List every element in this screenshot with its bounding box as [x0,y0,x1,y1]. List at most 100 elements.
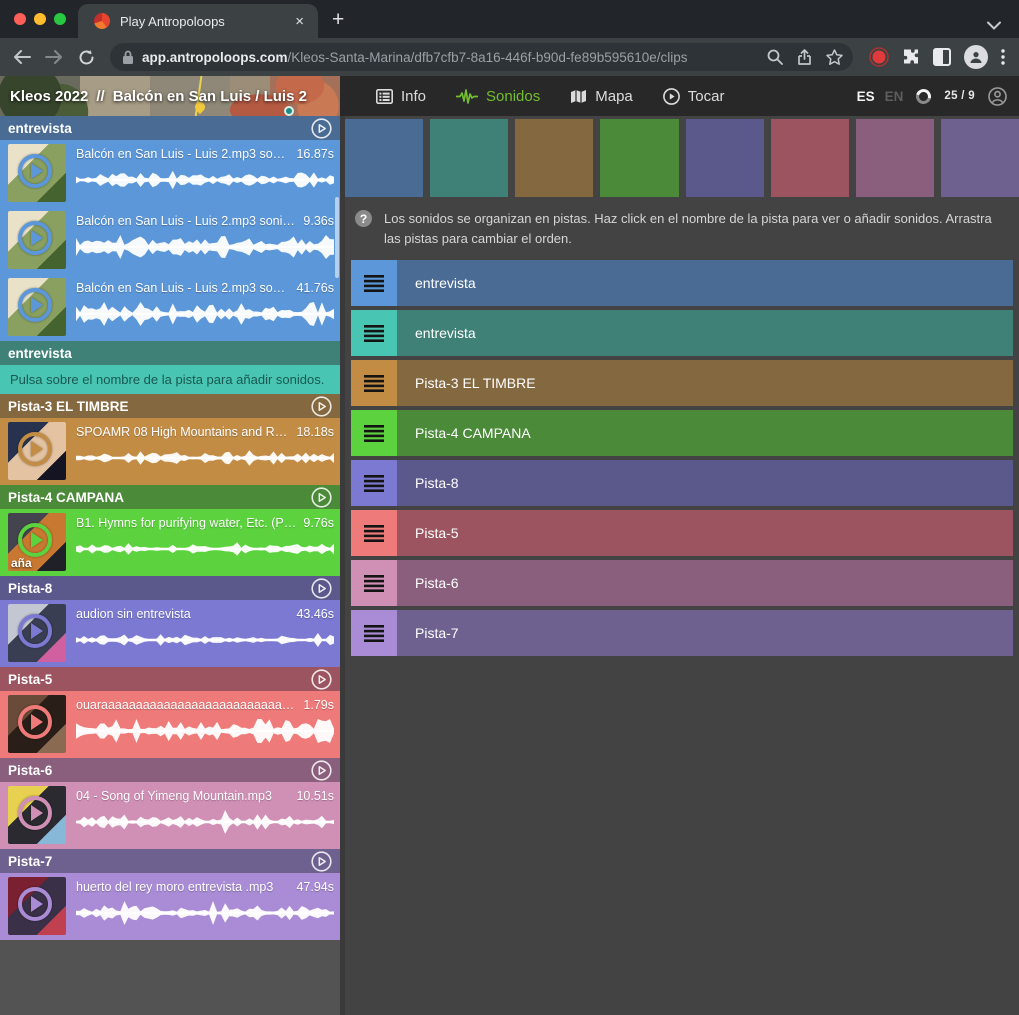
track-section-header[interactable]: Pista-4 CAMPANA [0,485,340,509]
zoom-page-icon[interactable] [767,49,783,65]
clip-waveform[interactable] [76,536,334,562]
clip-play-icon[interactable] [18,432,52,466]
track-row-name[interactable]: entrevista [397,260,476,306]
track-row[interactable]: Pista-6 [351,560,1013,606]
map-thumbnail[interactable]: Kleos 2022 // Balcón en San Luis / Luis … [0,76,340,116]
track-section-header[interactable]: Pista-7 [0,849,340,873]
clip-play-icon[interactable] [18,523,52,557]
clip-waveform[interactable] [76,234,334,260]
zoom-window-button[interactable] [54,13,66,25]
browser-tab[interactable]: Play Antropoloops × [78,4,318,38]
language-es[interactable]: ES [857,89,875,104]
track-drag-handle[interactable] [351,510,397,556]
track-row-name[interactable]: Pista-3 EL TIMBRE [397,360,536,406]
track-row[interactable]: Pista-8 [351,460,1013,506]
clip-waveform[interactable] [76,718,334,744]
clip-waveform[interactable] [76,301,334,327]
language-en[interactable]: EN [885,89,904,104]
track-row-name[interactable]: Pista-5 [397,510,459,556]
track-drag-handle[interactable] [351,410,397,456]
account-icon[interactable] [988,87,1007,106]
audio-clip[interactable]: SPOAMR 08 High Mountains and Running ...… [0,418,340,485]
clip-thumbnail[interactable] [8,144,66,202]
audio-clip[interactable]: aña B1. Hymns for purifying water, Etc. … [0,509,340,576]
clip-thumbnail[interactable] [8,877,66,935]
clip-waveform[interactable] [76,445,334,471]
record-extension-icon[interactable] [869,47,889,67]
track-drag-handle[interactable] [351,610,397,656]
track-section-header[interactable]: entrevista [0,341,340,365]
track-row[interactable]: Pista-4 CAMPANA [351,410,1013,456]
track-play-button[interactable] [311,118,332,139]
track-row-name[interactable]: Pista-4 CAMPANA [397,410,531,456]
clip-thumbnail[interactable] [8,211,66,269]
track-play-button[interactable] [311,578,332,599]
clip-play-icon[interactable] [18,154,52,188]
track-drag-handle[interactable] [351,560,397,606]
side-panel-icon[interactable] [933,48,951,66]
track-row-name[interactable]: Pista-8 [397,460,459,506]
track-drag-handle[interactable] [351,310,397,356]
track-play-button[interactable] [311,760,332,781]
clip-waveform[interactable] [76,809,334,835]
track-section-header[interactable]: Pista-5 [0,667,340,691]
clip-thumbnail[interactable] [8,786,66,844]
track-row-name[interactable]: Pista-6 [397,560,459,606]
minimize-window-button[interactable] [34,13,46,25]
tab-search-chevron-icon[interactable] [987,21,1019,38]
track-row[interactable]: Pista-5 [351,510,1013,556]
track-drag-handle[interactable] [351,260,397,306]
clip-thumbnail[interactable] [8,604,66,662]
clip-waveform[interactable] [76,627,334,653]
share-icon[interactable] [797,49,812,66]
track-row[interactable]: entrevista [351,310,1013,356]
new-tab-button[interactable]: + [318,8,358,38]
url-text[interactable]: app.antropoloops.com/Kleos-Santa-Marina/… [142,50,759,65]
track-row[interactable]: Pista-3 EL TIMBRE [351,360,1013,406]
browser-profile-avatar[interactable] [964,45,988,69]
track-section-header[interactable]: Pista-8 [0,576,340,600]
clip-play-icon[interactable] [18,705,52,739]
audio-clip[interactable]: Balcón en San Luis - Luis 2.mp3 sonido h… [0,140,340,207]
clip-thumbnail[interactable] [8,422,66,480]
forward-button[interactable] [40,43,68,71]
nav-tab-tocar[interactable]: Tocar [663,88,725,105]
nav-tab-mapa[interactable]: Mapa [570,88,633,105]
close-tab-icon[interactable]: × [291,13,308,30]
track-row-name[interactable]: Pista-7 [397,610,459,656]
track-play-button[interactable] [311,487,332,508]
close-window-button[interactable] [14,13,26,25]
back-button[interactable] [8,43,36,71]
sidebar-scrollbar-thumb[interactable] [335,197,339,278]
clip-play-icon[interactable] [18,288,52,322]
track-play-button[interactable] [311,669,332,690]
track-section-header[interactable]: Pista-6 [0,758,340,782]
audio-clip[interactable]: Balcón en San Luis - Luis 2.mp3 sonido h… [0,274,340,341]
track-row-name[interactable]: entrevista [397,310,476,356]
browser-menu-kebab-icon[interactable] [1001,49,1005,65]
audio-clip[interactable]: 04 - Song of Yimeng Mountain.mp3 10.51s [0,782,340,849]
clip-play-icon[interactable] [18,887,52,921]
track-row[interactable]: entrevista [351,260,1013,306]
clip-play-icon[interactable] [18,221,52,255]
extensions-puzzle-icon[interactable] [902,48,920,66]
clip-thumbnail[interactable] [8,695,66,753]
track-play-button[interactable] [311,851,332,872]
track-drag-handle[interactable] [351,460,397,506]
track-section-header[interactable]: entrevista [0,116,340,140]
clip-thumbnail[interactable]: aña [8,513,66,571]
url-bar[interactable]: app.antropoloops.com/Kleos-Santa-Marina/… [110,43,853,71]
track-row[interactable]: Pista-7 [351,610,1013,656]
clip-thumbnail[interactable] [8,278,66,336]
reload-button[interactable] [72,43,100,71]
track-section-header[interactable]: Pista-3 EL TIMBRE [0,394,340,418]
audio-clip[interactable]: ouaraaaaaaaaaaaaaaaaaaaaaaaaaaaaaaaaaaa.… [0,691,340,758]
clip-waveform[interactable] [76,900,334,926]
clip-play-icon[interactable] [18,796,52,830]
audio-clip[interactable]: Balcón en San Luis - Luis 2.mp3 sonido h… [0,207,340,274]
nav-tab-info[interactable]: Info [376,88,426,105]
nav-tab-sonidos[interactable]: Sonidos [456,88,540,105]
clip-waveform[interactable] [76,167,334,193]
track-play-button[interactable] [311,396,332,417]
bookmark-star-icon[interactable] [826,49,843,65]
